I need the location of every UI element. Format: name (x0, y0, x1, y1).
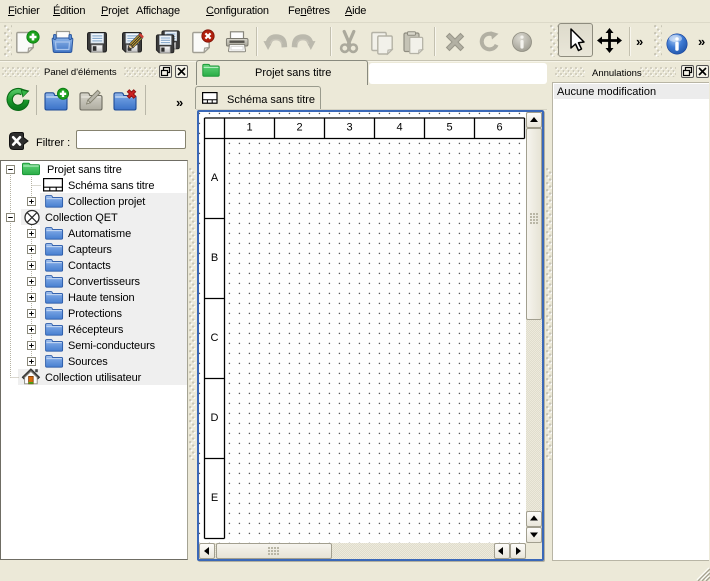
svg-text:5: 5 (446, 122, 452, 134)
svg-text:A: A (211, 172, 219, 184)
svg-text:C: C (211, 332, 219, 344)
svg-text:1: 1 (246, 122, 252, 134)
svg-text:E: E (211, 492, 218, 504)
svg-text:6: 6 (496, 122, 502, 134)
svg-text:4: 4 (396, 122, 402, 134)
svg-text:D: D (211, 412, 219, 424)
svg-text:B: B (211, 252, 218, 264)
svg-text:2: 2 (296, 122, 302, 134)
svg-text:3: 3 (346, 122, 352, 134)
